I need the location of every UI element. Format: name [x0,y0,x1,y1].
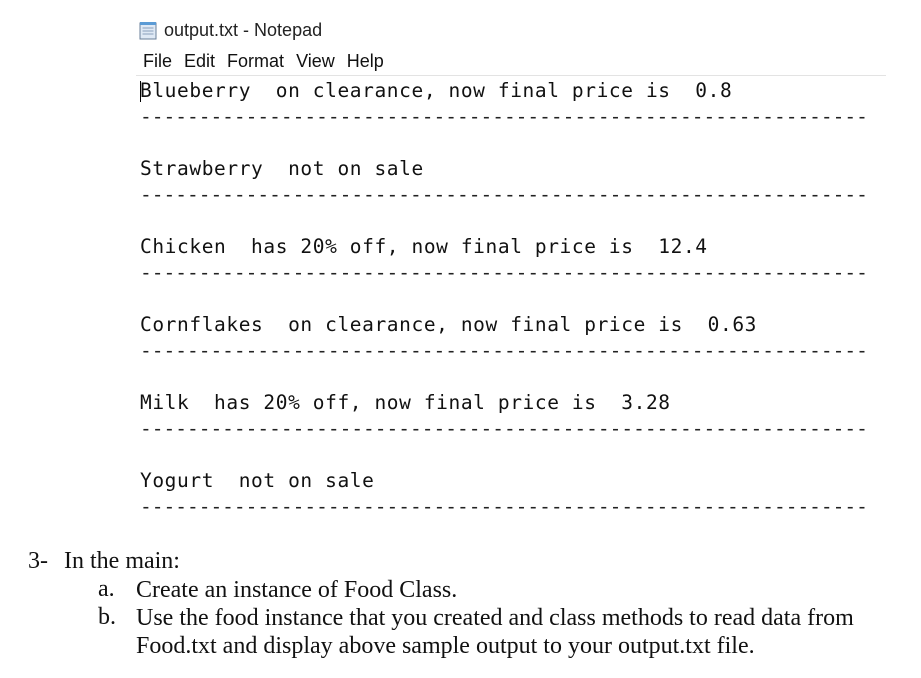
text-line: Chicken has 20% off, now final price is … [140,235,708,258]
menu-help[interactable]: Help [346,51,385,72]
list-item-text: Create an instance of Food Class. [136,577,458,603]
separator-line: ----------------------------------------… [140,183,868,206]
text-line: Yogurt not on sale [140,469,375,492]
list-item-letter: b. [98,604,116,630]
notepad-window: output.txt - Notepad File Edit Format Vi… [0,0,921,530]
menu-view[interactable]: View [295,51,336,72]
question-number: 3- [28,548,48,574]
separator-line: ----------------------------------------… [140,339,868,362]
title-bar: output.txt - Notepad [138,18,322,42]
text-caret [140,81,141,102]
text-editor[interactable]: Blueberry on clearance, now final price … [140,78,900,520]
menu-divider [136,75,886,76]
text-line: Strawberry not on sale [140,157,424,180]
separator-line: ----------------------------------------… [140,417,868,440]
menu-file[interactable]: File [142,51,173,72]
text-line: Milk has 20% off, now final price is 3.2… [140,391,671,414]
list-item-text: Use the food instance that you created a… [136,605,854,659]
window-title: output.txt - Notepad [164,19,323,40]
question-text: In the main: [64,548,180,574]
menu-bar: File Edit Format View Help [142,51,385,72]
separator-line: ----------------------------------------… [140,495,868,518]
menu-format[interactable]: Format [226,51,285,72]
text-line: Cornflakes on clearance, now final price… [140,313,757,336]
text-line: Blueberry on clearance, now final price … [140,79,733,102]
notepad-icon [139,22,157,40]
separator-line: ----------------------------------------… [140,261,868,284]
list-item-letter: a. [98,576,115,602]
menu-edit[interactable]: Edit [183,51,216,72]
separator-line: ----------------------------------------… [140,105,868,128]
question-heading: 3- In the main: [28,548,180,575]
